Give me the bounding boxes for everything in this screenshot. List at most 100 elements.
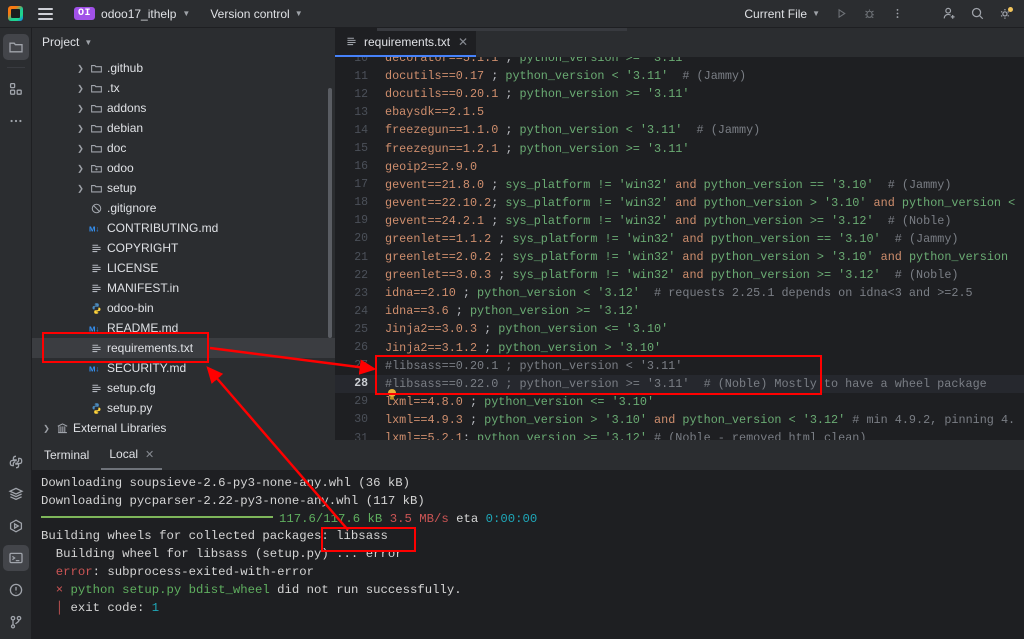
project-panel-scrollbar[interactable] (328, 88, 332, 338)
terminal-tab-local[interactable]: Local ✕ (101, 440, 163, 470)
terminal-line-1: Downloading soupsieve-2.6-py3-none-any.w… (41, 476, 410, 490)
version-control-icon[interactable] (3, 609, 29, 635)
chevron-right-icon[interactable]: ❯ (40, 424, 53, 433)
top-toolbar: OI odoo17_ithelp ▼ Version control ▼ Cur… (0, 0, 1024, 28)
close-icon[interactable]: ✕ (145, 448, 154, 461)
tree-item-manifest-in[interactable]: MANIFEST.in (32, 278, 335, 298)
search-icon[interactable] (964, 3, 990, 25)
database-icon[interactable] (3, 481, 29, 507)
terminal-output[interactable]: Downloading soupsieve-2.6-py3-none-any.w… (32, 470, 1024, 639)
chevron-down-icon: ▼ (812, 9, 820, 18)
code-line-30[interactable]: 30 lxml==4.9.3 ; python_version > '3.10' … (335, 411, 1024, 429)
code-line-18[interactable]: 18 gevent==22.10.2; sys_platform != 'win3… (335, 194, 1024, 212)
project-tool-icon[interactable] (2, 34, 29, 60)
tree-item-label: setup.py (107, 401, 153, 415)
chevron-right-icon[interactable]: ❯ (74, 64, 87, 73)
code-line-21[interactable]: 21 greenlet==2.0.2 ; sys_platform != 'win… (335, 248, 1024, 266)
tree-item-gitignore[interactable]: .gitignore (32, 198, 335, 218)
code-line-25[interactable]: 25 Jinja2==3.0.3 ; python_version <= '3.1… (335, 320, 1024, 338)
line-number-21: 21 (354, 250, 368, 264)
code-line-20[interactable]: 20 greenlet==1.1.2 ; sys_platform != 'win… (335, 230, 1024, 248)
chevron-right-icon[interactable]: ❯ (74, 84, 87, 93)
tree-item-setup[interactable]: ❯ setup (32, 178, 335, 198)
terminal-line-4: Building wheels for collected packages: … (41, 529, 388, 544)
tree-item-external-libraries[interactable]: ❯ External Libraries (32, 418, 335, 438)
terminal-tool-icon[interactable] (2, 545, 29, 571)
tree-item-odoo[interactable]: ❯ odoo (32, 158, 335, 178)
chevron-right-icon[interactable]: ❯ (74, 124, 87, 133)
folder-icon (87, 62, 105, 75)
chevron-right-icon[interactable]: ❯ (74, 164, 87, 173)
chevron-down-icon: ▼ (182, 9, 191, 18)
tree-item-security-md[interactable]: M↓ SECURITY.md (32, 358, 335, 378)
line-number-24: 24 (354, 304, 368, 318)
close-icon[interactable]: ✕ (458, 35, 468, 49)
run-configuration-selector[interactable]: Current File ▼ (738, 5, 826, 23)
line-number-20: 20 (354, 232, 368, 246)
code-line-23[interactable]: 23 idna==2.10 ; python_version < '3.12' #… (335, 284, 1024, 302)
account-add-icon[interactable] (936, 3, 962, 25)
debug-icon[interactable] (856, 3, 882, 25)
tree-item-doc[interactable]: ❯ doc (32, 138, 335, 158)
structure-tool-icon[interactable] (3, 76, 29, 102)
tree-item-copyright[interactable]: COPYRIGHT (32, 238, 335, 258)
text-file-icon (87, 342, 105, 355)
code-line-12[interactable]: 12 docutils==0.20.1 ; python_version >= '… (335, 85, 1024, 103)
code-line-27[interactable]: 27 #libsass==0.20.1 ; python_version < '3… (335, 357, 1024, 375)
tree-item-tx[interactable]: ❯ .tx (32, 78, 335, 98)
gear-icon[interactable] (992, 3, 1018, 25)
text-file-icon (87, 262, 105, 275)
code-line-text: greenlet==3.0.3 ; sys_platform != 'win32… (385, 268, 959, 283)
code-line-text: ebaysdk==2.1.5 (385, 105, 485, 120)
version-control-selector[interactable]: Version control ▼ (210, 7, 302, 21)
more-vertical-icon[interactable] (884, 3, 910, 25)
run-icon[interactable] (828, 3, 854, 25)
code-line-22[interactable]: 22 greenlet==3.0.3 ; sys_platform != 'win… (335, 266, 1024, 284)
text-file-icon (87, 282, 105, 295)
code-line-10[interactable]: 10 decorator==5.1.1 ; python_version >= '… (335, 57, 1024, 67)
code-line-15[interactable]: 15 freezegun==1.2.1 ; python_version >= '… (335, 139, 1024, 157)
tree-item-setup-py[interactable]: setup.py (32, 398, 335, 418)
python-packages-icon[interactable] (3, 449, 29, 475)
code-line-19[interactable]: 19 gevent==24.2.1 ; sys_platform != 'win3… (335, 212, 1024, 230)
editor-tab-requirements[interactable]: requirements.txt ✕ (335, 28, 477, 57)
tree-item-contributing-md[interactable]: M↓ CONTRIBUTING.md (32, 218, 335, 238)
code-line-31[interactable]: 31 lxml==5.2.1; python_version >= '3.12' … (335, 429, 1024, 440)
code-line-24[interactable]: 24 idna==3.6 ; python_version >= '3.12' (335, 302, 1024, 320)
code-line-26[interactable]: 26 Jinja2==3.1.2 ; python_version > '3.10… (335, 339, 1024, 357)
code-content[interactable]: 10 decorator==5.1.1 ; python_version >= '… (335, 57, 1024, 440)
hamburger-menu-icon[interactable] (30, 7, 60, 20)
chevron-down-icon: ▼ (294, 9, 303, 18)
chevron-right-icon[interactable]: ❯ (74, 184, 87, 193)
code-line-28[interactable]: 28 #libsass==0.22.0 ; python_version >= '… (335, 374, 1024, 393)
tree-item-github[interactable]: ❯ .github (32, 58, 335, 78)
folder-icon (87, 102, 105, 115)
more-tool-icon[interactable] (3, 108, 29, 134)
tree-item-debian[interactable]: ❯ debian (32, 118, 335, 138)
code-line-13[interactable]: 13 ebaysdk==2.1.5 (335, 103, 1024, 121)
project-panel-header[interactable]: Project ▼ (32, 28, 335, 56)
tree-item-license[interactable]: LICENSE (32, 258, 335, 278)
code-line-29[interactable]: 29 lxml==4.8.0 ; python_version <= '3.10' (335, 393, 1024, 411)
project-file-tree[interactable]: ❯ .github ❯ .tx ❯ addons ❯ debian ❯ doc ❯ odoo ❯ setu… (32, 58, 335, 440)
gitignore-icon (87, 202, 105, 215)
tree-item-readme-md[interactable]: M↓ README.md (32, 318, 335, 338)
tree-item-requirements-txt[interactable]: requirements.txt (32, 338, 335, 358)
tree-item-label: README.md (107, 321, 179, 335)
project-selector[interactable]: OI odoo17_ithelp ▼ (68, 5, 196, 23)
line-number-25: 25 (354, 322, 368, 336)
problems-icon[interactable] (3, 577, 29, 603)
tree-item-addons[interactable]: ❯ addons (32, 98, 335, 118)
terminal-line-9: │ exit code: 1 (41, 600, 160, 615)
intention-bulb-icon[interactable] (387, 388, 397, 401)
code-line-16[interactable]: 16 geoip2==2.9.0 (335, 158, 1024, 176)
code-line-17[interactable]: 17 gevent==21.8.0 ; sys_platform != 'win3… (335, 176, 1024, 194)
tree-item-setup-cfg[interactable]: setup.cfg (32, 378, 335, 398)
tree-item-odoo-bin[interactable]: odoo-bin (32, 298, 335, 318)
chevron-right-icon[interactable]: ❯ (74, 144, 87, 153)
code-line-11[interactable]: 11 docutils==0.17 ; python_version < '3.1… (335, 67, 1024, 85)
code-line-14[interactable]: 14 freezegun==1.1.0 ; python_version < '3… (335, 121, 1024, 139)
chevron-right-icon[interactable]: ❯ (74, 104, 87, 113)
jetbrains-logo-icon (0, 6, 30, 21)
run-tool-icon[interactable] (3, 513, 29, 539)
